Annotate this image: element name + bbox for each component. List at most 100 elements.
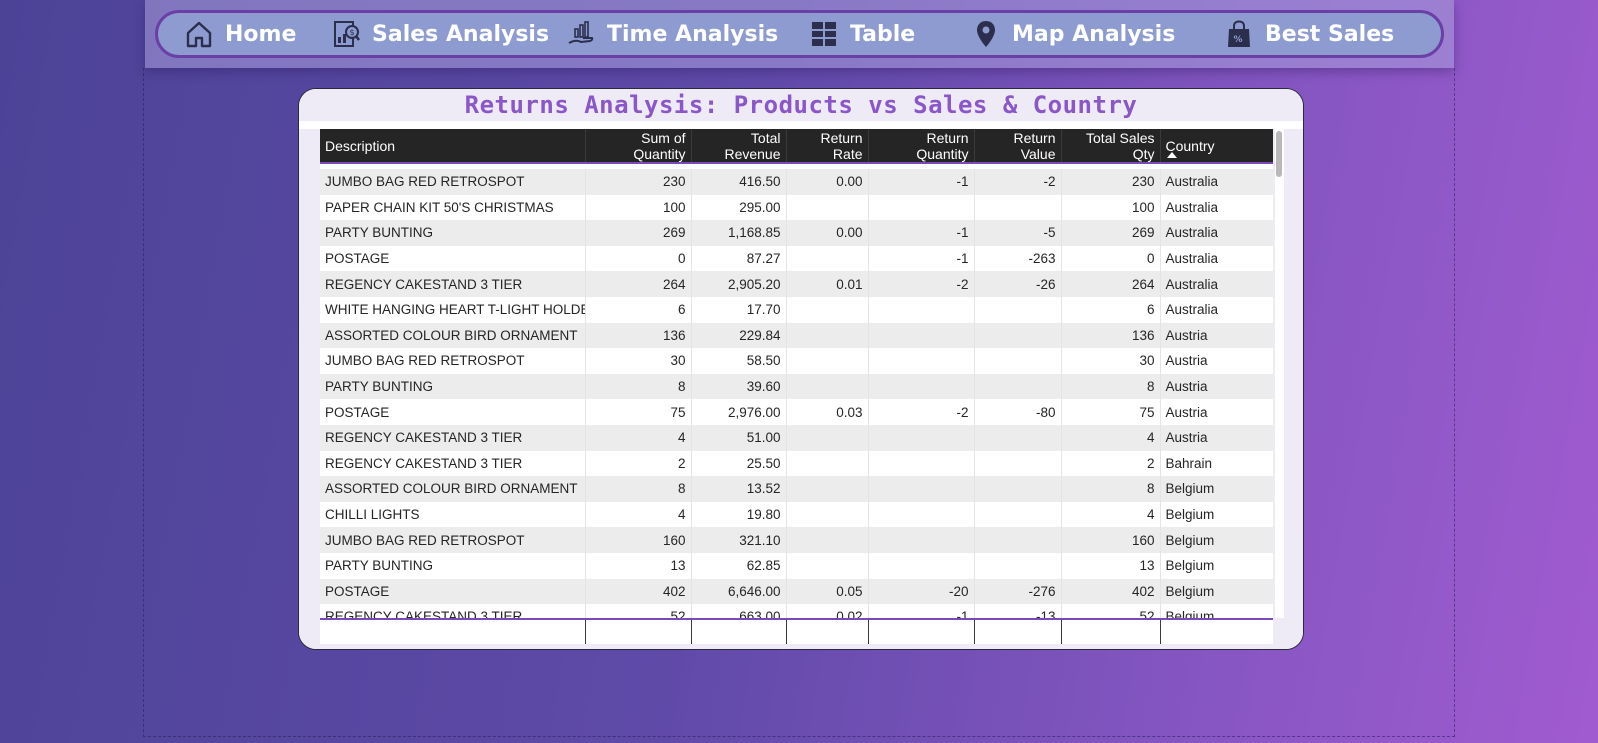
cell-country: Australia xyxy=(1160,245,1273,272)
cell-total-revenue: 25.50 xyxy=(691,450,787,477)
cell-country: Australia xyxy=(1160,194,1273,221)
cell-total-revenue: 17.70 xyxy=(691,296,787,323)
cell-description: PARTY BUNTING xyxy=(320,373,586,400)
cell-country: Australia xyxy=(1160,271,1273,297)
table-row[interactable]: JUMBO BAG RED RETROSPOT 160 321.10 160 Belgi… xyxy=(320,527,1273,553)
cell-description: PARTY BUNTING xyxy=(320,220,586,246)
column-header-country[interactable]: Country xyxy=(1160,129,1273,164)
svg-text:$: $ xyxy=(350,28,355,37)
cell-sum-of-quantity: 6 xyxy=(585,296,692,323)
nav-time-analysis-button[interactable]: Time Analysis xyxy=(565,13,778,55)
cell-return-rate xyxy=(786,552,869,579)
cell-total-revenue: 2,976.00 xyxy=(691,399,787,425)
cell-country: Australia xyxy=(1160,169,1273,195)
table-row[interactable]: POSTAGE 402 6,646.00 0.05 -20 -276 402 Belgium xyxy=(320,578,1273,605)
cell-sum-of-quantity: 4 xyxy=(585,501,692,528)
column-header-sum-of-quantity[interactable]: Sum of Quantity xyxy=(585,129,692,164)
table-row[interactable]: PARTY BUNTING 269 1,168.85 0.00 -1 -5 269 Austr… xyxy=(320,220,1273,246)
cell-description: JUMBO BAG RED RETROSPOT xyxy=(320,527,586,553)
cell-description: POSTAGE xyxy=(320,578,586,605)
cell-sum-of-quantity: 230 xyxy=(585,169,692,195)
cell-return-value xyxy=(974,501,1062,528)
cell-total-sales-qty: 230 xyxy=(1061,169,1161,195)
table-row[interactable]: POSTAGE 75 2,976.00 0.03 -2 -80 75 Austria xyxy=(320,399,1273,425)
cell-return-rate: 0.00 xyxy=(786,220,869,246)
cell-return-rate: 0.03 xyxy=(786,399,869,425)
cell-return-value xyxy=(974,552,1062,579)
nav-map-analysis-button[interactable]: Map Analysis xyxy=(970,13,1175,55)
column-header-return-value[interactable]: Return Value xyxy=(974,129,1062,164)
cell-return-value: -263 xyxy=(974,245,1062,272)
cell-total-sales-qty: 100 xyxy=(1061,194,1161,221)
cell-sum-of-quantity: 269 xyxy=(585,220,692,246)
cell-return-rate xyxy=(786,450,869,477)
cell-return-quantity xyxy=(868,348,975,374)
cell-country: Austria xyxy=(1160,424,1273,451)
cell-total-sales-qty: 30 xyxy=(1061,348,1161,374)
cell-description: REGENCY CAKESTAND 3 TIER xyxy=(320,450,586,477)
column-header-return-quantity[interactable]: Return Quantity xyxy=(868,129,975,164)
column-header-total-sales-qty[interactable]: Total Sales Qty xyxy=(1061,129,1161,164)
top-navigation-bar: Home $ Sales Analysis Time Analysis Tabl… xyxy=(145,0,1454,68)
cell-return-quantity: -2 xyxy=(868,271,975,297)
cell-description: PAPER CHAIN KIT 50'S CHRISTMAS xyxy=(320,194,586,221)
cell-country: Austria xyxy=(1160,399,1273,425)
cell-return-value xyxy=(974,476,1062,502)
cell-country: Austria xyxy=(1160,348,1273,374)
column-header-total-revenue[interactable]: Total Revenue xyxy=(691,129,787,164)
cell-description: REGENCY CAKESTAND 3 TIER xyxy=(320,271,586,297)
table-row[interactable]: JUMBO BAG RED RETROSPOT 230 416.50 0.00 -1 -2… xyxy=(320,169,1273,195)
table-row[interactable]: REGENCY CAKESTAND 3 TIER 264 2,905.20 0.01-… xyxy=(320,271,1273,297)
nav-home-button[interactable]: Home xyxy=(183,13,296,55)
cell-total-sales-qty: 136 xyxy=(1061,322,1161,349)
table-row[interactable]: PAPER CHAIN KIT 50'S CHRISTMAS 100 295.00 1… xyxy=(320,194,1273,221)
cell-total-revenue: 19.80 xyxy=(691,501,787,528)
table-row[interactable]: POSTAGE 0 87.27 -1 -263 0 Australia xyxy=(320,245,1273,272)
panel-title: Returns Analysis: Products vs Sales & Co… xyxy=(464,91,1138,119)
map-pin-icon xyxy=(970,18,1002,50)
returns-table[interactable]: Description Sum of Quantity Total Revenu… xyxy=(320,129,1273,644)
table-row[interactable]: REGENCY CAKESTAND 3 TIER 4 51.00 4 Austria xyxy=(320,424,1273,451)
table-row[interactable]: ASSORTED COLOUR BIRD ORNAMENT 8 13.52 8 Belg… xyxy=(320,476,1273,502)
cell-return-rate xyxy=(786,348,869,374)
cell-total-revenue: 58.50 xyxy=(691,348,787,374)
nav-table-button[interactable]: Table xyxy=(808,13,915,55)
column-header-description[interactable]: Description xyxy=(320,129,586,164)
cell-sum-of-quantity: 0 xyxy=(585,245,692,272)
nav-best-sales-button[interactable]: % Best Sales xyxy=(1223,13,1394,55)
cell-return-value xyxy=(974,373,1062,400)
cell-return-rate xyxy=(786,424,869,451)
cell-total-revenue: 1,168.85 xyxy=(691,220,787,246)
cell-description: ASSORTED COLOUR BIRD ORNAMENT xyxy=(320,476,586,502)
table-row[interactable]: REGENCY CAKESTAND 3 TIER 2 25.50 2 Bahrain xyxy=(320,450,1273,477)
table-scrollbar-thumb[interactable] xyxy=(1276,131,1282,177)
table-row[interactable]: JUMBO BAG RED RETROSPOT 30 58.50 30 Austria xyxy=(320,348,1273,374)
cell-return-quantity xyxy=(868,424,975,451)
total-return-rate: 0.07 xyxy=(786,620,869,644)
table-scrollbar-track[interactable] xyxy=(1275,129,1284,618)
cell-country: Australia xyxy=(1160,296,1273,323)
column-header-return-rate[interactable]: Return Rate xyxy=(786,129,869,164)
cell-return-value: -2 xyxy=(974,169,1062,195)
cell-return-value xyxy=(974,296,1062,323)
table-row[interactable]: ASSORTED COLOUR BIRD ORNAMENT 136 229.84 13… xyxy=(320,322,1273,349)
cell-return-rate: 0.00 xyxy=(786,169,869,195)
table-row[interactable]: CHILLI LIGHTS 4 19.80 4 Belgium xyxy=(320,501,1273,528)
nav-sales-analysis-button[interactable]: $ Sales Analysis xyxy=(330,13,549,55)
cell-return-quantity: -1 xyxy=(868,220,975,246)
table-row[interactable]: PARTY BUNTING 13 62.85 13 Belgium xyxy=(320,552,1273,579)
table-row[interactable]: PARTY BUNTING 8 39.60 8 Austria xyxy=(320,373,1273,400)
total-return-value: -48303 xyxy=(974,620,1062,644)
cell-return-value xyxy=(974,194,1062,221)
cell-sum-of-quantity: 8 xyxy=(585,476,692,502)
table-row[interactable]: WHITE HANGING HEART T-LIGHT HOLDER 6 17.70… xyxy=(320,296,1273,323)
cell-return-quantity xyxy=(868,552,975,579)
cell-return-quantity xyxy=(868,501,975,528)
table-total-row: Total 379740 17,28,830.03 0.07 -26894 -4… xyxy=(320,618,1273,644)
cell-country: Belgium xyxy=(1160,501,1273,528)
cell-description: POSTAGE xyxy=(320,245,586,272)
cell-total-sales-qty: 264 xyxy=(1061,271,1161,297)
cell-sum-of-quantity: 264 xyxy=(585,271,692,297)
cell-description: PARTY BUNTING xyxy=(320,552,586,579)
nav-time-analysis-label: Time Analysis xyxy=(607,21,779,47)
